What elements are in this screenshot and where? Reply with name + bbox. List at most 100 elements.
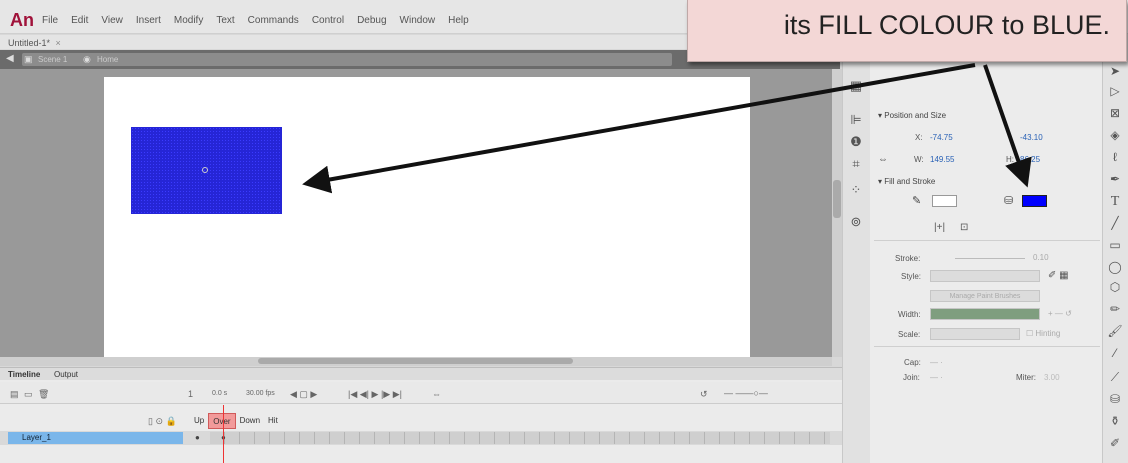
info-icon[interactable]: ❶ — [846, 134, 866, 150]
menu-control[interactable]: Control — [312, 15, 344, 26]
menu-edit[interactable]: Edit — [71, 15, 88, 26]
cap-select[interactable]: — · — [930, 358, 943, 367]
scale-label: Scale: — [898, 330, 921, 339]
close-icon[interactable]: × — [56, 38, 61, 48]
width-select[interactable] — [930, 308, 1040, 320]
frame-label-down[interactable]: Down — [236, 413, 264, 429]
frame-number-icon: 1 — [188, 389, 194, 399]
frame-label-over[interactable]: Over — [208, 413, 236, 429]
position-size-header[interactable]: ▾ Position and Size — [878, 111, 946, 120]
frame-labels: Up Over Down Hit — [190, 413, 282, 429]
undo-icon[interactable]: ↺ — [700, 389, 708, 400]
ink-bottle-tool-icon[interactable]: ⚱ — [1105, 414, 1125, 428]
pencil-tool-icon[interactable]: ✏ — [1105, 302, 1125, 316]
keyframe-up[interactable]: ● — [195, 433, 200, 442]
new-folder-icon[interactable]: ▭ — [24, 389, 33, 400]
manage-brushes-button[interactable]: Manage Paint Brushes — [930, 290, 1040, 302]
bone-tool-icon[interactable]: ⟋ — [1105, 370, 1125, 385]
playback-controls-icon[interactable]: ◀ ▢ ▶ — [290, 389, 317, 400]
transform-icon[interactable]: ⌗ — [846, 156, 866, 172]
text-tool-icon[interactable]: T — [1105, 194, 1125, 210]
paint-bucket-tool-icon[interactable]: ⛁ — [1105, 392, 1125, 406]
layer-name[interactable]: Layer_1 — [8, 432, 183, 444]
stage[interactable] — [104, 77, 750, 359]
fps-readout[interactable]: 30.00 fps — [246, 390, 275, 397]
stroke-value[interactable]: 0.10 — [1033, 253, 1049, 262]
menu-file[interactable]: File — [42, 15, 58, 26]
library-icon[interactable]: ▦ — [846, 78, 866, 94]
rectangle-tool-icon[interactable]: ▭ — [1105, 238, 1125, 252]
vertical-scroll-thumb[interactable] — [833, 180, 841, 218]
breadcrumb-symbol[interactable]: Home — [97, 55, 118, 64]
swatches-icon[interactable]: ⁘ — [846, 182, 866, 198]
menu-text[interactable]: Text — [216, 15, 234, 26]
tab-output[interactable]: Output — [54, 370, 78, 379]
hinting-checkbox[interactable]: ☐ Hinting — [1026, 329, 1060, 338]
join-select[interactable]: — · — [930, 373, 943, 382]
menu-commands[interactable]: Commands — [248, 15, 299, 26]
document-tab[interactable]: Untitled-1* × — [8, 38, 61, 48]
cap-label: Cap: — [904, 358, 921, 367]
app-logo: An — [10, 10, 34, 30]
stroke-color-swatch[interactable] — [932, 195, 957, 207]
style-options-icon[interactable]: ✐ ▦ — [1048, 270, 1069, 281]
line-tool-icon[interactable]: ╱ — [1105, 216, 1125, 230]
cc-libraries-icon[interactable]: ⊚ — [846, 214, 866, 230]
align-icon[interactable]: ⊫ — [846, 112, 866, 128]
frame-label-hit[interactable]: Hit — [264, 413, 282, 429]
breadcrumb-scene[interactable]: Scene 1 — [38, 55, 67, 64]
free-transform-tool-icon[interactable]: ⊠ — [1105, 106, 1125, 120]
w-value[interactable]: 149.55 — [930, 155, 954, 164]
style-select[interactable] — [930, 270, 1040, 282]
menu-help[interactable]: Help — [448, 15, 469, 26]
stroke-slider[interactable] — [955, 258, 1025, 259]
frame-cells[interactable] — [210, 432, 830, 444]
stroke-label: Stroke: — [895, 254, 921, 263]
3d-rotation-tool-icon[interactable]: ◈ — [1105, 128, 1125, 142]
menu-debug[interactable]: Debug — [357, 15, 386, 26]
selection-tool-icon[interactable]: ➤ — [1105, 64, 1125, 78]
frame-label-up[interactable]: Up — [190, 413, 208, 429]
y-value[interactable]: -43.10 — [1020, 133, 1043, 142]
timeline-tabs — [0, 368, 842, 380]
menu-insert[interactable]: Insert — [136, 15, 161, 26]
pen-tool-icon[interactable]: ✒ — [1105, 172, 1125, 186]
loop-icon[interactable]: ⇔ — [432, 389, 441, 399]
delete-icon[interactable]: 🗑 — [38, 389, 49, 400]
scale-select[interactable] — [930, 328, 1020, 340]
transport-controls-icon[interactable]: |◀ ◀| ▶ |▶ ▶| — [348, 389, 402, 400]
new-layer-icon[interactable]: ▤ — [10, 389, 19, 400]
lock-proportions-icon[interactable]: ⇔ — [878, 154, 888, 165]
stroke-hint-icon[interactable]: |+| — [934, 222, 945, 233]
back-arrow-icon[interactable]: ◀ — [6, 53, 14, 64]
lasso-tool-icon[interactable]: ℓ — [1105, 150, 1125, 164]
scene-icon: ▣ — [24, 54, 33, 64]
oval-tool-icon[interactable]: ◯ — [1105, 260, 1125, 274]
h-value[interactable]: 86.25 — [1020, 155, 1040, 164]
polystar-tool-icon[interactable]: ⬡ — [1105, 280, 1125, 294]
eyedropper-tool-icon[interactable]: ✐ — [1105, 436, 1125, 450]
menu-list: File Edit View Insert Modify Text Comman… — [42, 15, 469, 26]
menu-view[interactable]: View — [101, 15, 123, 26]
miter-label: Miter: — [1016, 373, 1036, 382]
button-symbol-icon: ◉ — [83, 54, 91, 64]
zoom-slider[interactable]: — ——○— — [724, 388, 768, 398]
miter-value[interactable]: 3.00 — [1044, 373, 1060, 382]
brush-tool-icon[interactable]: 🖌 — [1105, 324, 1125, 338]
width-options-icon[interactable]: + — ↺ — [1048, 309, 1072, 318]
callout-text: its FILL COLOUR to BLUE. — [783, 10, 1110, 40]
tab-timeline[interactable]: Timeline — [8, 370, 40, 379]
x-value[interactable]: -74.75 — [930, 133, 953, 142]
playhead[interactable] — [223, 405, 224, 463]
horizontal-scroll-thumb[interactable] — [258, 358, 573, 364]
object-drawing-icon[interactable]: ⊡ — [960, 222, 968, 233]
paint-brush-tool-icon[interactable]: ⁄ — [1105, 346, 1125, 360]
x-label: X: — [915, 133, 923, 142]
fill-stroke-header[interactable]: ▾ Fill and Stroke — [878, 177, 935, 186]
breadcrumb — [22, 53, 672, 66]
menu-modify[interactable]: Modify — [174, 15, 203, 26]
w-label: W: — [914, 155, 924, 164]
menu-window[interactable]: Window — [400, 15, 436, 26]
fill-color-swatch[interactable] — [1022, 195, 1047, 207]
subselection-tool-icon[interactable]: ▷ — [1105, 84, 1125, 98]
